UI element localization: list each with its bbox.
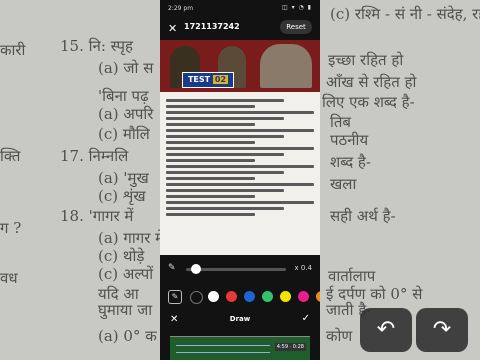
file-id-title: 1721137242 [184, 22, 240, 31]
close-icon[interactable]: ✕ [168, 22, 177, 35]
color-swatch[interactable] [316, 291, 320, 302]
text-line [166, 99, 285, 102]
text-line [166, 195, 255, 198]
text-line [166, 153, 285, 156]
test-badge-number: 02 [212, 75, 229, 84]
color-swatch[interactable] [298, 291, 309, 302]
text-line [166, 213, 255, 216]
timeline-tag: 4:59 · 0:28 [274, 343, 306, 351]
color-swatch[interactable] [244, 291, 255, 302]
text-line [166, 117, 285, 120]
slider-thumb[interactable] [191, 264, 201, 274]
text-line [166, 171, 285, 174]
banner-photo [260, 44, 312, 88]
text-line [166, 129, 314, 132]
slider-track[interactable] [186, 268, 286, 271]
text-line [166, 105, 255, 108]
text-line [166, 159, 255, 162]
app-bar: ✕ 1721137242 Reset [160, 18, 320, 38]
confirm-icon[interactable]: ✓ [302, 313, 310, 324]
highlighter-icon[interactable]: ✎ [168, 290, 182, 304]
color-palette: ✎ [168, 290, 320, 304]
text-line [166, 177, 255, 180]
phone-screen: 2:29 pm ◫ ▾ ◔ ▮ ✕ 1721137242 Reset TEST … [160, 0, 320, 360]
redo-icon: ↷ [432, 317, 452, 342]
text-line [166, 111, 314, 114]
test-badge: TEST 02 [182, 72, 234, 88]
question-text-area [166, 96, 314, 219]
draw-title: Draw [229, 315, 251, 323]
text-line [166, 201, 314, 204]
large-undo-button[interactable]: ↶ [360, 308, 412, 352]
text-line [166, 207, 285, 210]
status-time: 2:29 pm [168, 5, 194, 12]
text-line [166, 147, 314, 150]
text-line [166, 189, 285, 192]
timeline-waveform [176, 345, 270, 353]
undo-icon: ↶ [376, 317, 396, 342]
status-icons: ◫ ▾ ◔ ▮ [282, 4, 312, 11]
text-line [166, 135, 285, 138]
text-line [166, 165, 314, 168]
text-line [166, 123, 255, 126]
document-canvas[interactable]: TEST 02 ↶ ↷ [160, 40, 320, 255]
pen-icon: ✎ [168, 263, 176, 273]
test-badge-label: TEST [187, 75, 211, 84]
color-swatch[interactable] [280, 291, 291, 302]
color-swatch[interactable] [190, 291, 203, 304]
color-swatch[interactable] [262, 291, 273, 302]
document-banner: TEST 02 [160, 40, 320, 92]
reset-button[interactable]: Reset [280, 20, 312, 34]
bottom-bar: ✕ Draw ✓ [160, 312, 320, 328]
color-swatch[interactable] [208, 291, 219, 302]
brush-size-label: x 0.4 [294, 264, 313, 272]
brush-size-slider[interactable]: ✎ x 0.4 [168, 263, 312, 275]
status-bar: 2:29 pm ◫ ▾ ◔ ▮ [160, 0, 320, 16]
text-line [166, 183, 314, 186]
large-redo-button[interactable]: ↷ [416, 308, 468, 352]
video-timeline[interactable]: 4:59 · 0:28 [170, 336, 310, 360]
color-swatch[interactable] [226, 291, 237, 302]
text-line [166, 141, 255, 144]
